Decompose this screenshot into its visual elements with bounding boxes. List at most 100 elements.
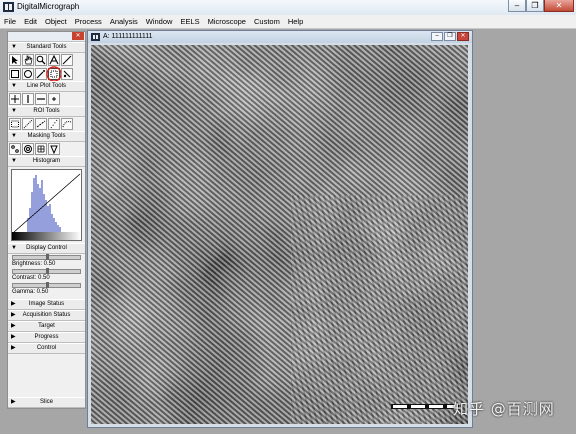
curve-roi-icon[interactable] bbox=[61, 118, 73, 130]
section-display-control[interactable]: ▼ Display Control bbox=[8, 243, 85, 254]
image-minimize-button[interactable]: – bbox=[431, 32, 443, 41]
hand-icon[interactable] bbox=[22, 54, 34, 66]
minimize-button[interactable]: – bbox=[508, 0, 526, 12]
contrast-slider[interactable] bbox=[12, 268, 81, 274]
slider-thumb[interactable] bbox=[45, 254, 49, 260]
close-button[interactable]: ✕ bbox=[544, 0, 574, 12]
app-title: DigitalMicrograph bbox=[17, 2, 80, 11]
image-restore-button[interactable]: ❐ bbox=[444, 32, 456, 41]
grid-mask-icon[interactable] bbox=[35, 143, 47, 155]
gamma-slider[interactable] bbox=[12, 282, 81, 288]
expand-arrow-icon: ▶ bbox=[11, 345, 16, 351]
slider-thumb[interactable] bbox=[45, 282, 49, 288]
menu-object[interactable]: Object bbox=[41, 17, 71, 26]
lattice-fringe-image bbox=[91, 45, 468, 424]
image-window-titlebar[interactable]: A: 111111111111 – ❐ ✕ bbox=[88, 31, 472, 43]
menu-window[interactable]: Window bbox=[142, 17, 177, 26]
scale-bar bbox=[391, 404, 459, 409]
highlight-circle-icon bbox=[46, 66, 62, 82]
section-label: Progress bbox=[34, 334, 59, 340]
collapse-arrow-icon: ▼ bbox=[11, 108, 17, 114]
section-label: Control bbox=[36, 345, 57, 351]
menu-eels[interactable]: EELS bbox=[176, 17, 203, 26]
pointer-icon[interactable] bbox=[9, 54, 21, 66]
section-image-status[interactable]: ▶ Image Status bbox=[8, 299, 85, 310]
histogram-plot[interactable] bbox=[11, 169, 82, 241]
image-window-icon bbox=[91, 33, 100, 41]
menu-bar: File Edit Object Process Analysis Window… bbox=[0, 15, 576, 29]
line-profile-icon[interactable] bbox=[22, 93, 34, 105]
palette-titlebar: ✕ bbox=[8, 32, 85, 42]
watermark-text: 知乎 @百测网 bbox=[453, 400, 555, 418]
oval-icon[interactable] bbox=[22, 68, 34, 80]
brightness-slider[interactable] bbox=[12, 254, 81, 260]
section-roi-tools[interactable]: ▼ ROI Tools bbox=[8, 106, 85, 117]
brightness-label: Brightness: 0.50 bbox=[12, 261, 56, 267]
wedge-mask-icon[interactable] bbox=[48, 143, 60, 155]
image-window-controls: – ❐ ✕ bbox=[431, 32, 469, 41]
dash2-roi-icon[interactable] bbox=[48, 118, 60, 130]
section-label: Standard Tools bbox=[26, 44, 67, 50]
masking-tools-row bbox=[8, 142, 85, 156]
collapse-arrow-icon: ▼ bbox=[11, 245, 17, 251]
section-label: Image Status bbox=[28, 301, 65, 307]
section-label: Line Plot Tools bbox=[27, 83, 66, 89]
section-standard-tools[interactable]: ▼ Standard Tools bbox=[8, 42, 85, 53]
probe-icon[interactable] bbox=[61, 68, 73, 80]
dash-roi-icon[interactable] bbox=[35, 118, 47, 130]
horizontal-icon[interactable] bbox=[35, 93, 47, 105]
standard-tools-row-2 bbox=[8, 66, 85, 82]
image-window: A: 111111111111 – ❐ ✕ bbox=[87, 30, 473, 428]
expand-arrow-icon: ▶ bbox=[11, 334, 16, 340]
text-icon[interactable] bbox=[48, 54, 60, 66]
line-icon[interactable] bbox=[61, 54, 73, 66]
app-icon bbox=[3, 2, 14, 12]
section-progress[interactable]: ▶ Progress bbox=[8, 332, 85, 343]
menu-custom[interactable]: Custom bbox=[250, 17, 284, 26]
section-label: Target bbox=[38, 323, 55, 329]
collapse-arrow-icon: ▼ bbox=[11, 133, 17, 139]
gamma-label: Gamma: 0.50 bbox=[12, 289, 49, 295]
histogram-graphic bbox=[12, 173, 81, 240]
section-masking-tools[interactable]: ▼ Masking Tools bbox=[8, 131, 85, 142]
section-label: Display Control bbox=[26, 245, 67, 251]
section-line-plot-tools[interactable]: ▼ Line Plot Tools bbox=[8, 81, 85, 92]
collapse-arrow-icon: ▼ bbox=[11, 158, 17, 164]
contrast-label: Contrast: 0.50 bbox=[12, 275, 50, 281]
rectangle-icon[interactable] bbox=[9, 68, 21, 80]
palette-empty-space bbox=[8, 354, 85, 397]
menu-process[interactable]: Process bbox=[71, 17, 106, 26]
section-label: ROI Tools bbox=[33, 108, 60, 114]
roi-rect-selected-icon[interactable] bbox=[46, 66, 62, 82]
window-controls: – ❐ ✕ bbox=[508, 0, 574, 13]
image-close-button[interactable]: ✕ bbox=[457, 32, 469, 41]
menu-edit[interactable]: Edit bbox=[20, 17, 41, 26]
menu-file[interactable]: File bbox=[0, 17, 20, 26]
section-slice[interactable]: ▶ Slice bbox=[8, 397, 85, 408]
section-label: Masking Tools bbox=[27, 133, 66, 139]
section-label: Histogram bbox=[32, 158, 61, 164]
slider-thumb[interactable] bbox=[45, 268, 49, 274]
image-window-title: A: 111111111111 bbox=[103, 33, 153, 40]
ring-mask-icon[interactable] bbox=[22, 143, 34, 155]
magnifier-icon[interactable] bbox=[35, 54, 47, 66]
section-histogram[interactable]: ▼ Histogram bbox=[8, 156, 85, 167]
section-target[interactable]: ▶ Target bbox=[8, 321, 85, 332]
line-roi-icon[interactable] bbox=[22, 118, 34, 130]
menu-microscope[interactable]: Microscope bbox=[204, 17, 250, 26]
plus-icon[interactable] bbox=[48, 93, 60, 105]
move-icon[interactable] bbox=[9, 93, 21, 105]
section-control[interactable]: ▶ Control bbox=[8, 343, 85, 354]
app-titlebar: DigitalMicrograph – ❐ ✕ bbox=[0, 0, 576, 16]
palette-close-button[interactable]: ✕ bbox=[72, 32, 84, 40]
point-mask-icon[interactable] bbox=[9, 143, 21, 155]
menu-analysis[interactable]: Analysis bbox=[106, 17, 142, 26]
section-acquisition-status[interactable]: ▶ Acquisition Status bbox=[8, 310, 85, 321]
expand-arrow-icon: ▶ bbox=[11, 312, 16, 318]
menu-help[interactable]: Help bbox=[284, 17, 307, 26]
section-label: Acquisition Status bbox=[22, 312, 71, 318]
restore-button[interactable]: ❐ bbox=[526, 0, 544, 12]
tools-palette: ✕ ▼ Standard Tools ▼ Line Plot Tools ▼ R… bbox=[7, 31, 86, 409]
hrtem-image[interactable] bbox=[91, 45, 468, 424]
rect-roi-icon[interactable] bbox=[9, 118, 21, 130]
